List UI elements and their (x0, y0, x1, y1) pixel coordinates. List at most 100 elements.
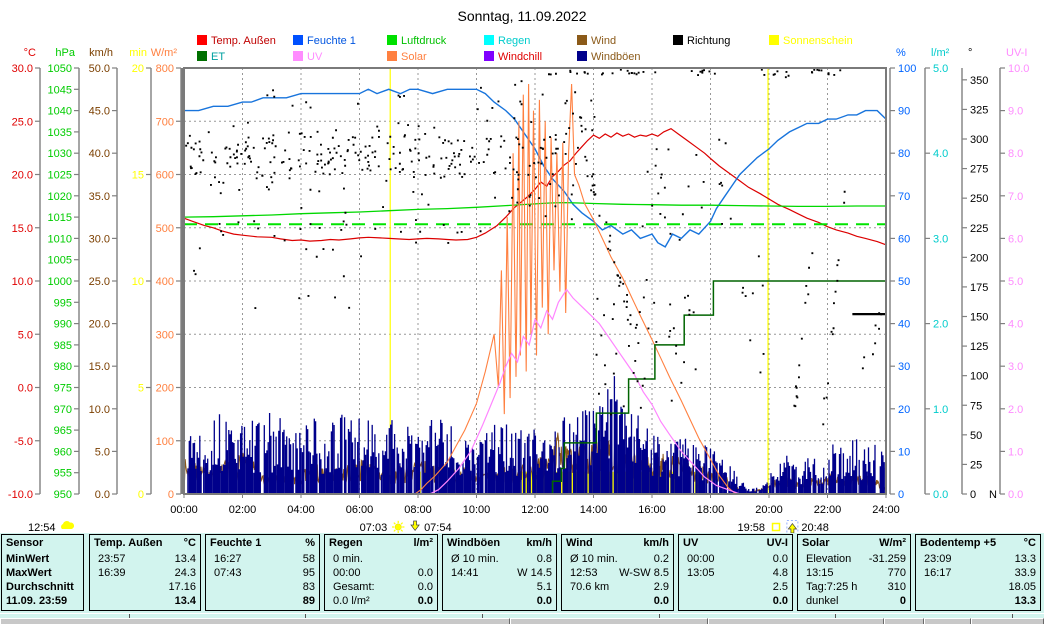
stats-cell: 2.970.6 km (562, 580, 673, 594)
svg-text:970: 970 (54, 404, 72, 416)
stats-header-temp-aussen: °CTemp. Außen (90, 535, 200, 552)
svg-text:300: 300 (156, 329, 174, 341)
stats-cell: 0.0 (562, 594, 673, 608)
stats-cell: 2.5 (679, 580, 792, 594)
svg-text:7.0: 7.0 (1008, 191, 1023, 203)
svg-text:1000: 1000 (48, 276, 72, 288)
svg-text:50.0: 50.0 (89, 63, 110, 75)
stats-cell: 24.316:39 (90, 566, 200, 580)
svg-text:1025: 1025 (48, 170, 72, 182)
svg-text:1.0: 1.0 (1008, 446, 1023, 458)
svg-text:9.0: 9.0 (1008, 106, 1023, 118)
axis-left-tempC: -10.0-5.00.05.010.015.020.025.030.0°C (8, 47, 40, 501)
status-panel (884, 618, 924, 624)
svg-text:125: 125 (970, 341, 988, 353)
svg-text:10.0: 10.0 (12, 276, 33, 288)
svg-text:min: min (129, 47, 147, 59)
stats-col-bodentemp: °CBodentemp +513.323:0933.916:1718.0513.… (915, 534, 1041, 611)
svg-text:25: 25 (970, 459, 982, 471)
svg-text:700: 700 (156, 116, 174, 128)
svg-text:-5.0: -5.0 (14, 436, 33, 448)
stats-cell: 0.000:00 (679, 552, 792, 566)
svg-text:6.0: 6.0 (1008, 233, 1023, 245)
svg-text:12:54: 12:54 (28, 522, 56, 533)
stats-cell: W-SW 8.512:53 (562, 566, 673, 580)
axis-left-hPa: 9509559609659709759809859909951000100510… (48, 47, 79, 501)
svg-text:06:00: 06:00 (346, 504, 374, 516)
stats-cell: 83 (206, 580, 319, 594)
svg-text:30.0: 30.0 (12, 63, 33, 75)
stats-cell: 0dunkel (798, 594, 910, 608)
svg-text:15: 15 (132, 170, 144, 182)
stats-cell: 5.1 (443, 580, 556, 594)
svg-text:40.0: 40.0 (89, 148, 110, 160)
axis-right-deg: 0N25507510012515017520022525027530032535… (962, 47, 997, 501)
svg-text:°C: °C (24, 47, 36, 59)
axis-left-min: 05101520min (129, 47, 151, 501)
axis-left-wm2: 0100200300400500600700800W/m² (151, 47, 181, 501)
svg-text:10:00: 10:00 (463, 504, 491, 516)
stats-col-temp-aussen: °CTemp. Außen13.423:5724.316:3917.1613.4 (89, 534, 201, 611)
stats-header-wind: km/hWind (562, 535, 673, 552)
svg-text:800: 800 (156, 63, 174, 75)
stats-col-uv: UV-IUV0.000:004.813:052.50.0 (678, 534, 793, 611)
svg-text:15.0: 15.0 (12, 223, 33, 235)
stats-cell: W 14.514:41 (443, 566, 556, 580)
svg-text:0.0: 0.0 (95, 489, 110, 501)
svg-text:990: 990 (54, 319, 72, 331)
svg-text:3.0: 3.0 (933, 233, 948, 245)
status-bar (0, 618, 1044, 624)
svg-text:150: 150 (970, 312, 988, 324)
svg-text:200: 200 (156, 383, 174, 395)
stats-cell: -31.259Elevation (798, 552, 910, 566)
svg-text:45.0: 45.0 (89, 106, 110, 118)
svg-text:3.0: 3.0 (1008, 361, 1023, 373)
svg-text:02:00: 02:00 (229, 504, 257, 516)
svg-text:20.0: 20.0 (12, 170, 33, 182)
svg-text:0.0: 0.0 (933, 489, 948, 501)
svg-text:W/m²: W/m² (151, 47, 178, 59)
svg-text:5: 5 (138, 383, 144, 395)
stats-cell: 33.916:17 (916, 566, 1040, 580)
svg-text:5.0: 5.0 (18, 329, 33, 341)
stats-cell: 18.05 (916, 580, 1040, 594)
svg-text:1015: 1015 (48, 212, 72, 224)
svg-text:hPa: hPa (55, 47, 75, 59)
status-panel (708, 618, 884, 624)
svg-text:12:00: 12:00 (521, 504, 549, 516)
stats-col-windboeen: km/hWindböen0.8Ø 10 min.W 14.514:415.10.… (442, 534, 557, 611)
weather-chart: -10.0-5.00.05.010.015.020.025.030.0°C950… (0, 0, 1044, 533)
stats-cell: 13.323:09 (916, 552, 1040, 566)
svg-text:10.0: 10.0 (1008, 63, 1029, 75)
svg-text:325: 325 (970, 104, 988, 116)
stats-cell: 0.00.0 l/m² (325, 594, 437, 608)
stats-cell: 0.0 (679, 594, 792, 608)
stats-table: SensorMinWertMaxWertDurchschnitt11.09. 2… (0, 533, 1044, 613)
svg-text:00:00: 00:00 (170, 504, 198, 516)
svg-text:14:00: 14:00 (580, 504, 608, 516)
svg-text:UV-I: UV-I (1006, 47, 1027, 59)
stats-cell: 13.423:57 (90, 552, 200, 566)
svg-text:1045: 1045 (48, 84, 72, 96)
stats-header-bodentemp: °CBodentemp +5 (916, 535, 1040, 552)
stats-cell: 0.0 (443, 594, 556, 608)
svg-text:50: 50 (970, 430, 982, 442)
svg-text:8.0: 8.0 (1008, 148, 1023, 160)
svg-text:225: 225 (970, 223, 988, 235)
svg-text:10: 10 (898, 446, 910, 458)
svg-text:04:00: 04:00 (287, 504, 315, 516)
svg-text:1040: 1040 (48, 106, 72, 118)
svg-text:975: 975 (54, 383, 72, 395)
svg-text:10.0: 10.0 (89, 404, 110, 416)
svg-text:24:00: 24:00 (872, 504, 900, 516)
stats-row-label: MaxWert (2, 566, 83, 580)
svg-text:100: 100 (970, 371, 988, 383)
status-panel (924, 618, 971, 624)
svg-text:30.0: 30.0 (89, 233, 110, 245)
svg-text:07:03: 07:03 (360, 522, 388, 533)
svg-text:20:48: 20:48 (801, 522, 829, 533)
stats-cell: 0 min. (325, 552, 437, 566)
axis-right-uvi: 0.01.02.03.04.05.06.07.08.09.010.0UV-I (1000, 47, 1029, 501)
svg-text:°: ° (968, 47, 972, 59)
svg-text:1035: 1035 (48, 127, 72, 139)
